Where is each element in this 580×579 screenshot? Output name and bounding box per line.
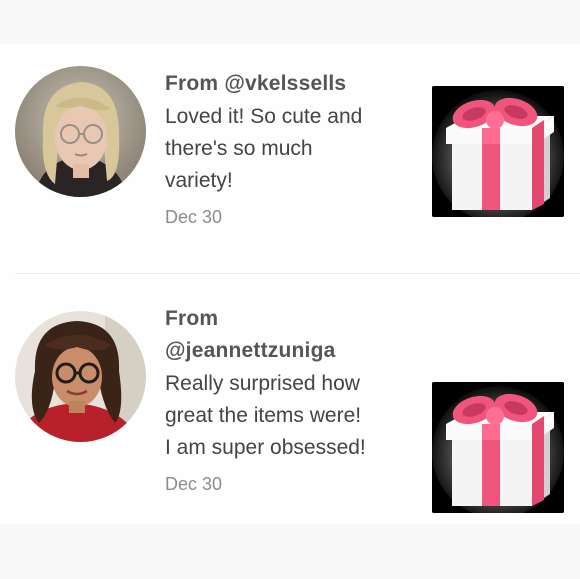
avatar-photo-icon — [15, 311, 146, 442]
top-band — [0, 0, 580, 44]
review-date: Dec 30 — [165, 207, 223, 227]
divider — [15, 273, 580, 274]
avatar-photo-icon — [15, 66, 146, 197]
reviews-panel: From @vkelssells Loved it! So cute and t… — [0, 44, 580, 524]
review-item: From @jeannettzuniga Really surprised ho… — [0, 276, 580, 524]
bottom-band — [0, 524, 580, 579]
review-comment: Really surprised how great the items wer… — [165, 368, 415, 464]
from-line: @jeannettzuniga — [165, 339, 336, 362]
review-date: Dec 30 — [165, 474, 223, 494]
comment-line: great the items were! — [165, 404, 362, 427]
product-thumbnail[interactable] — [432, 382, 564, 513]
product-thumbnail[interactable] — [432, 86, 564, 217]
review-item: From @vkelssells Loved it! So cute and t… — [0, 44, 580, 274]
comment-line: Really surprised how — [165, 372, 360, 395]
comment-line: I am super obsessed! — [165, 436, 366, 459]
from-line: From — [165, 307, 219, 330]
comment-line: variety! — [165, 169, 233, 192]
review-content: From @jeannettzuniga Really surprised ho… — [165, 303, 415, 495]
comment-line: Loved it! So cute and — [165, 105, 363, 128]
review-from[interactable]: From @vkelssells — [165, 68, 415, 100]
comment-line: there's so much — [165, 137, 313, 160]
reviewer-avatar[interactable] — [15, 66, 146, 197]
review-content: From @vkelssells Loved it! So cute and t… — [165, 68, 415, 228]
review-from[interactable]: From @jeannettzuniga — [165, 303, 415, 367]
review-comment: Loved it! So cute and there's so much va… — [165, 101, 415, 197]
gift-box-icon — [432, 382, 564, 513]
reviewer-avatar[interactable] — [15, 311, 146, 442]
gift-box-icon — [432, 86, 564, 217]
